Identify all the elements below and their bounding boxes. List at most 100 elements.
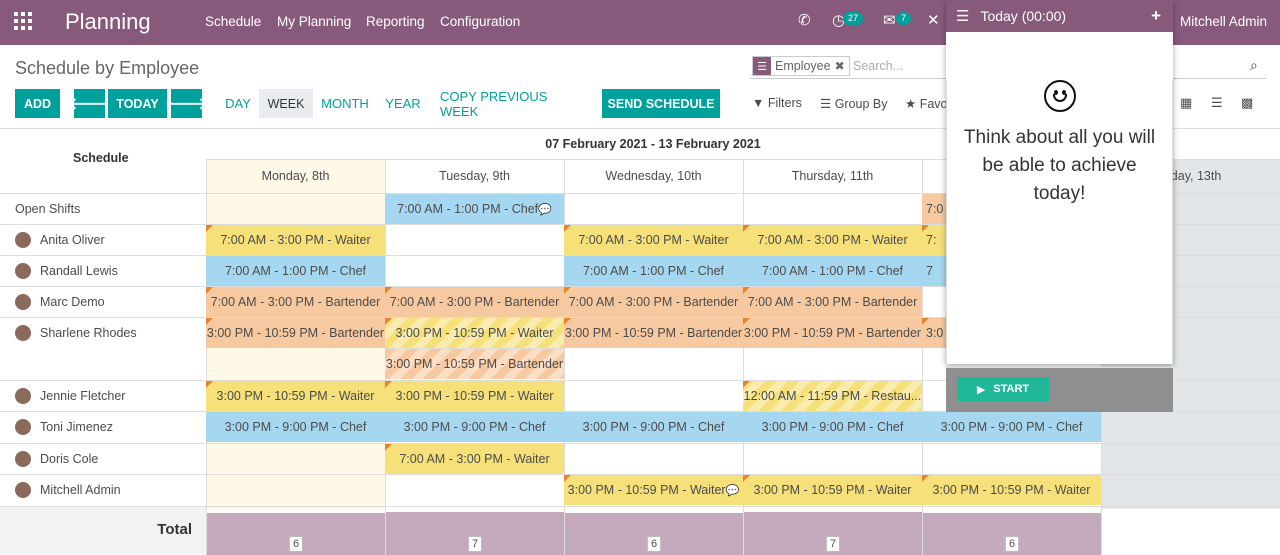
user-menu[interactable]: Mitchell Admin: [1180, 14, 1267, 29]
employee-name: Marc Demo: [40, 294, 105, 309]
shift-pill[interactable]: 3:00 PM - 9:00 PM - Chef: [922, 412, 1101, 442]
app-brand[interactable]: Planning: [65, 9, 151, 35]
day-header: Tuesday, 9th: [439, 169, 510, 183]
apps-menu-icon[interactable]: [14, 12, 32, 30]
calendar-view-icon[interactable]: ▦: [1180, 95, 1192, 111]
shift-label: 7:00 AM - 3:00 PM - Bartender: [210, 295, 381, 309]
shift-pill[interactable]: 3:0: [922, 318, 946, 348]
menu-icon[interactable]: ☰: [956, 7, 969, 25]
favorites-dropdown[interactable]: ★ Favo: [905, 96, 948, 111]
shift-pill[interactable]: 3:00 PM - 10:59 PM - Waiter: [385, 318, 564, 348]
shift-pill[interactable]: 7:00 AM - 1:00 PM - Chef: [743, 256, 922, 286]
filters-dropdown[interactable]: ▼ Filters: [752, 96, 802, 110]
favorites-label: Favo: [919, 97, 948, 111]
shift-pill[interactable]: 7:00 AM - 3:00 PM - Waiter: [206, 225, 385, 255]
plus-icon[interactable]: +: [1151, 6, 1161, 26]
search-input[interactable]: Search...: [853, 59, 903, 73]
avatar: [15, 481, 31, 498]
phone-icon[interactable]: ✆: [798, 11, 811, 29]
shift-pill[interactable]: 3:00 PM - 10:59 PM - Waiter: [743, 475, 922, 505]
shift-pill[interactable]: 3:00 PM - 10:59 PM - Waiter: [385, 381, 564, 411]
shift-label: 12:00 AM - 11:59 PM - Restau...: [743, 389, 922, 403]
employee-row-label: Jennie Fletcher: [15, 380, 125, 411]
avatar: [15, 387, 31, 404]
messages-icon[interactable]: ✉: [883, 11, 896, 29]
kanban-view-icon[interactable]: ▩: [1241, 95, 1253, 111]
messages-badge: 7: [896, 12, 912, 25]
comment-icon: 💬: [538, 203, 552, 216]
shift-pill[interactable]: 7:00 AM - 3:00 PM - Waiter: [564, 225, 743, 255]
shift-pill[interactable]: 7:00 AM - 3:00 PM - Bartender: [385, 287, 564, 317]
shift-pill[interactable]: 3:00 PM - 9:00 PM - Chef: [743, 412, 922, 442]
shift-pill[interactable]: 3:00 PM - 9:00 PM - Chef: [564, 412, 743, 442]
tools-icon[interactable]: ✕: [927, 11, 940, 29]
shift-pill[interactable]: 3:00 PM - 9:00 PM - Chef: [385, 412, 564, 442]
employee-name: Doris Cole: [40, 451, 99, 466]
total-count: 6: [288, 536, 304, 552]
add-button[interactable]: ADD: [15, 89, 60, 118]
shift-pill[interactable]: 7:: [922, 225, 946, 255]
avatar: [15, 293, 31, 310]
shift-label: 3:0: [926, 326, 944, 340]
remove-facet-icon[interactable]: ✖: [835, 59, 849, 73]
start-button[interactable]: ▶ START: [957, 377, 1049, 401]
arrow-right-icon[interactable]: 🡒: [165, 89, 208, 118]
shift-label: 3:00 PM - 10:59 PM - Waiter: [932, 483, 1091, 497]
employee-name: Toni Jimenez: [40, 419, 113, 434]
play-icon: ▶: [976, 383, 986, 396]
timer-message: Think about all you will be able to achi…: [963, 127, 1156, 204]
shift-pill[interactable]: 7: [922, 256, 946, 286]
unpublished-marker: [922, 475, 929, 482]
shift-pill[interactable]: 7:00 AM - 1:00 PM - Chef: [206, 256, 385, 286]
shift-pill[interactable]: 3:00 PM - 9:00 PM - Chef: [206, 412, 385, 442]
unpublished-marker: [922, 318, 929, 325]
total-count: 7: [825, 536, 841, 552]
shift-pill[interactable]: 7:00 AM - 3:00 PM - Bartender: [206, 287, 385, 317]
shift-pill[interactable]: 3:00 PM - 10:59 PM - Waiter: [922, 475, 1101, 505]
shift-pill[interactable]: 7:00 AM - 1:00 PM - Chef: [564, 256, 743, 286]
shift-pill[interactable]: 3:00 PM - 10:59 PM - Waiter 💬: [564, 475, 743, 505]
scale-year-button[interactable]: YEAR: [383, 89, 423, 118]
unpublished-marker: [385, 318, 392, 325]
scale-day-button[interactable]: DAY: [222, 89, 254, 118]
arrow-left-icon[interactable]: 🡐: [68, 89, 111, 118]
shift-pill[interactable]: 3:00 PM - 10:59 PM - Bartender: [206, 318, 385, 348]
menu-configuration[interactable]: Configuration: [440, 14, 520, 29]
employee-row-label: Randall Lewis: [15, 255, 118, 286]
shift-label: 3:00 PM - 10:59 PM - Waiter: [753, 483, 912, 497]
copy-previous-week-button[interactable]: COPY PREVIOUS WEEK: [440, 89, 582, 119]
group-by-dropdown[interactable]: ☰ Group By: [820, 96, 888, 111]
scale-month-button[interactable]: MONTH: [318, 89, 372, 118]
scale-week-button[interactable]: WEEK: [259, 89, 313, 118]
search-icon[interactable]: ⌕: [1250, 57, 1258, 74]
list-view-icon[interactable]: ☰: [1211, 95, 1223, 111]
shift-pill[interactable]: 7:00 AM - 3:00 PM - Waiter: [385, 444, 564, 474]
shift-pill[interactable]: 3:00 PM - 10:59 PM - Waiter: [206, 381, 385, 411]
total-count: 6: [646, 536, 662, 552]
unpublished-marker: [564, 475, 571, 482]
employee-row-label: Doris Cole: [15, 443, 98, 474]
total-bar: 6: [565, 513, 743, 555]
shift-pill[interactable]: 7:00 AM - 3:00 PM - Bartender: [564, 287, 743, 317]
unpublished-marker: [206, 287, 213, 294]
today-button[interactable]: TODAY: [108, 89, 167, 118]
menu-my-planning[interactable]: My Planning: [277, 14, 351, 29]
shift-pill[interactable]: 3:00 PM - 10:59 PM - Bartender: [743, 318, 922, 348]
menu-reporting[interactable]: Reporting: [366, 14, 425, 29]
avatar: [15, 262, 31, 279]
send-schedule-button[interactable]: SEND SCHEDULE: [602, 89, 720, 118]
star-icon: ★: [905, 97, 917, 111]
unpublished-marker: [743, 225, 750, 232]
unpublished-marker: [206, 318, 213, 325]
shift-pill[interactable]: 7:0: [922, 194, 946, 224]
shift-pill[interactable]: 7:00 AM - 1:00 PM - Chef 💬: [385, 194, 564, 224]
shift-pill[interactable]: 3:00 PM - 10:59 PM - Bartender: [385, 349, 564, 379]
shift-pill[interactable]: 12:00 AM - 11:59 PM - Restau...: [743, 381, 922, 411]
shift-pill[interactable]: 3:00 PM - 10:59 PM - Bartender: [564, 318, 743, 348]
shift-label: 7:00 AM - 3:00 PM - Waiter: [220, 233, 371, 247]
shift-label: 3:00 PM - 9:00 PM - Chef: [224, 420, 367, 434]
shift-pill[interactable]: 7:00 AM - 3:00 PM - Waiter: [743, 225, 922, 255]
total-bar: 6: [923, 513, 1101, 555]
shift-pill[interactable]: 7:00 AM - 3:00 PM - Bartender: [743, 287, 922, 317]
menu-schedule[interactable]: Schedule: [205, 14, 261, 29]
